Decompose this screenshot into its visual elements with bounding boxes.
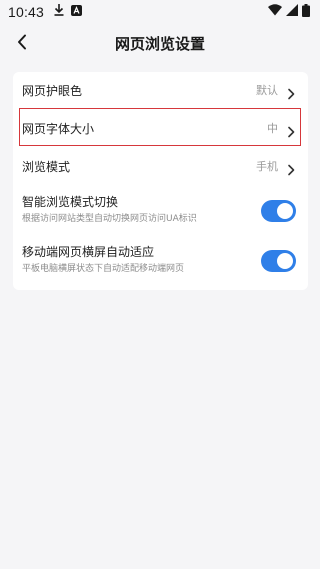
- setting-smart-mode-switch-label: 智能浏览模式切换: [22, 195, 119, 209]
- signal-icon: [286, 4, 298, 20]
- setting-browse-mode-label: 浏览模式: [22, 160, 71, 174]
- toggle-knob: [277, 253, 293, 269]
- setting-eye-protection-label: 网页护眼色: [22, 84, 83, 98]
- setting-auto-adapt: 移动端网页横屏自动适应 平板电脑横屏状态下自动适配移动端网页: [13, 236, 308, 286]
- setting-auto-adapt-description: 平板电脑横屏状态下自动适配移动端网页: [22, 264, 185, 274]
- wifi-icon: [268, 4, 282, 20]
- status-icons-left: [54, 4, 83, 20]
- setting-font-size-label: 网页字体大小: [22, 122, 95, 136]
- nav-bar: 网页浏览设置: [0, 24, 320, 64]
- setting-browse-mode[interactable]: 浏览模式 手机: [13, 148, 308, 186]
- setting-smart-mode-switch: 智能浏览模式切换 根据访问网站类型自动切换网页访问UA标识: [13, 186, 308, 236]
- setting-browse-mode-value: 手机: [256, 160, 278, 173]
- chevron-right-icon: [287, 123, 295, 138]
- smart-mode-switch-toggle[interactable]: [261, 200, 296, 222]
- status-time: 10:43: [8, 4, 45, 20]
- setting-eye-protection-value: 默认: [256, 84, 278, 97]
- status-icons-right: [268, 3, 310, 21]
- settings-card: 网页护眼色 默认 网页字体大小 中 浏览模式 手机 智能浏览模式切换 根据访问网…: [13, 72, 308, 290]
- setting-font-size-value: 中: [267, 122, 278, 135]
- setting-smart-mode-switch-description: 根据访问网站类型自动切换网页访问UA标识: [22, 214, 197, 224]
- status-bar: 10:43: [0, 0, 320, 24]
- setting-eye-protection[interactable]: 网页护眼色 默认: [13, 72, 308, 110]
- app-notification-icon: [71, 4, 83, 20]
- auto-adapt-toggle[interactable]: [261, 250, 296, 272]
- download-icon: [54, 4, 64, 20]
- chevron-right-icon: [287, 161, 295, 176]
- page-title: 网页浏览设置: [114, 35, 205, 53]
- setting-font-size[interactable]: 网页字体大小 中: [13, 110, 308, 148]
- setting-auto-adapt-label: 移动端网页横屏自动适应: [22, 245, 155, 259]
- toggle-knob: [277, 203, 293, 219]
- battery-icon: [302, 3, 310, 21]
- chevron-right-icon: [287, 85, 295, 100]
